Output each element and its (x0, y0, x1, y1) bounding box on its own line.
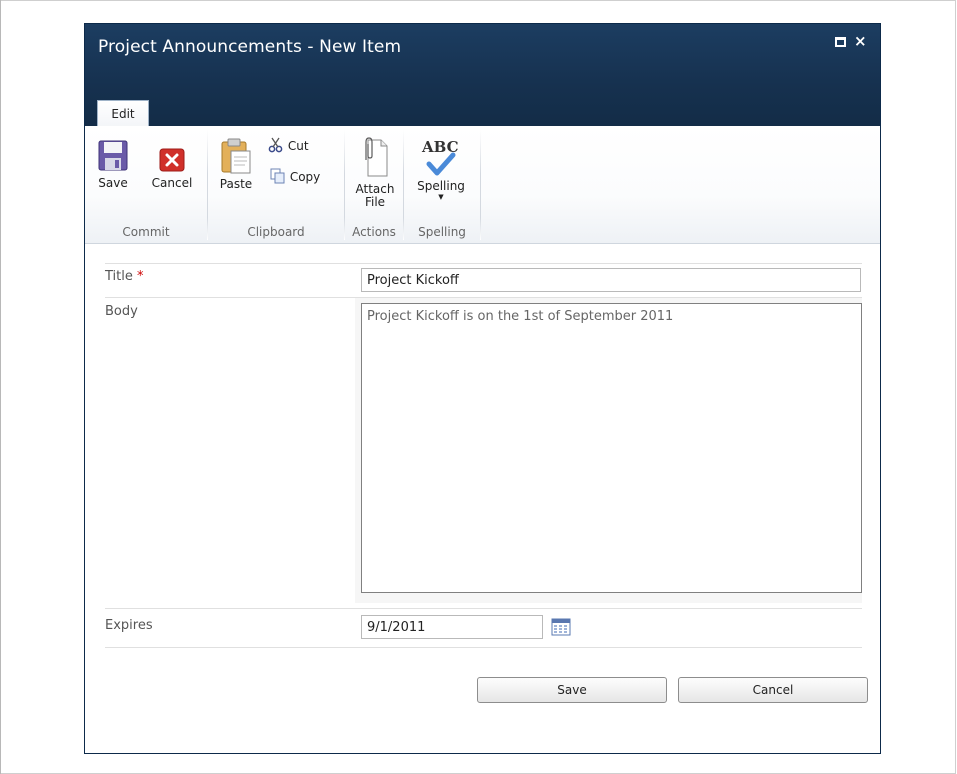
maximize-icon[interactable] (835, 37, 846, 47)
group-label-spelling: Spelling (418, 225, 466, 239)
form-cancel-button[interactable]: Cancel (678, 677, 868, 703)
attach-label-2: File (364, 195, 386, 209)
copy-label: Copy (289, 170, 321, 184)
body-textarea[interactable]: Project Kickoff is on the 1st of Septemb… (361, 303, 862, 593)
cut-button[interactable]: Cut (268, 137, 309, 153)
page-left-border (0, 0, 1, 774)
cancel-label: Cancel (151, 176, 193, 190)
copy-icon (270, 168, 285, 184)
checkmark-icon (426, 152, 456, 176)
save-label: Save (98, 176, 128, 190)
spelling-label: Spelling (417, 179, 465, 193)
cut-label: Cut (287, 139, 309, 153)
row-divider (105, 647, 862, 648)
ribbon-group-spelling: ABC Spelling ▼ Spelling (404, 130, 480, 241)
cancel-icon (159, 148, 185, 172)
row-divider (105, 608, 862, 609)
title-field-label: Title * (105, 269, 144, 284)
form-save-button[interactable]: Save (477, 677, 667, 703)
save-icon (98, 140, 128, 171)
ribbon-group-clipboard: Paste Cut Copy Clipboard (208, 130, 344, 241)
paste-icon (221, 138, 251, 174)
group-label-actions: Actions (352, 225, 396, 239)
ribbon-group-actions: Attach File Actions (345, 130, 403, 241)
expires-field-label: Expires (105, 618, 153, 633)
ribbon-group-commit: Save Cancel Commit (85, 130, 207, 241)
group-label-clipboard: Clipboard (247, 225, 305, 239)
calendar-icon[interactable] (551, 618, 571, 636)
title-input[interactable] (361, 268, 861, 292)
body-field-label: Body (105, 304, 138, 319)
dialog-title: Project Announcements - New Item (98, 37, 402, 57)
new-item-dialog: Project Announcements - New Item × Edit … (84, 23, 881, 754)
tab-edit[interactable]: Edit (97, 100, 149, 127)
row-divider (105, 263, 862, 264)
title-label-text: Title (105, 269, 133, 284)
scissors-icon (268, 137, 283, 153)
ribbon: Save Cancel Commit Paste Cut Copy Clipbo… (85, 126, 880, 244)
cancel-button[interactable]: Cancel (147, 138, 197, 190)
group-label-commit: Commit (122, 225, 170, 239)
expires-date-input[interactable] (361, 615, 543, 639)
close-icon[interactable]: × (854, 34, 867, 49)
group-separator (480, 130, 481, 240)
required-marker: * (137, 269, 144, 284)
spelling-icon: ABC (410, 136, 472, 180)
paste-label: Paste (219, 177, 253, 191)
attach-file-button[interactable]: Attach File (351, 136, 399, 209)
save-button[interactable]: Save (93, 138, 133, 190)
spelling-button[interactable]: ABC Spelling ▼ (410, 136, 472, 202)
copy-button[interactable]: Copy (270, 168, 320, 184)
attach-file-icon (365, 137, 388, 177)
paste-button[interactable]: Paste (216, 135, 256, 191)
dropdown-arrow-icon[interactable]: ▼ (410, 193, 472, 202)
dialog-titlebar: Project Announcements - New Item × Edit (85, 24, 880, 127)
